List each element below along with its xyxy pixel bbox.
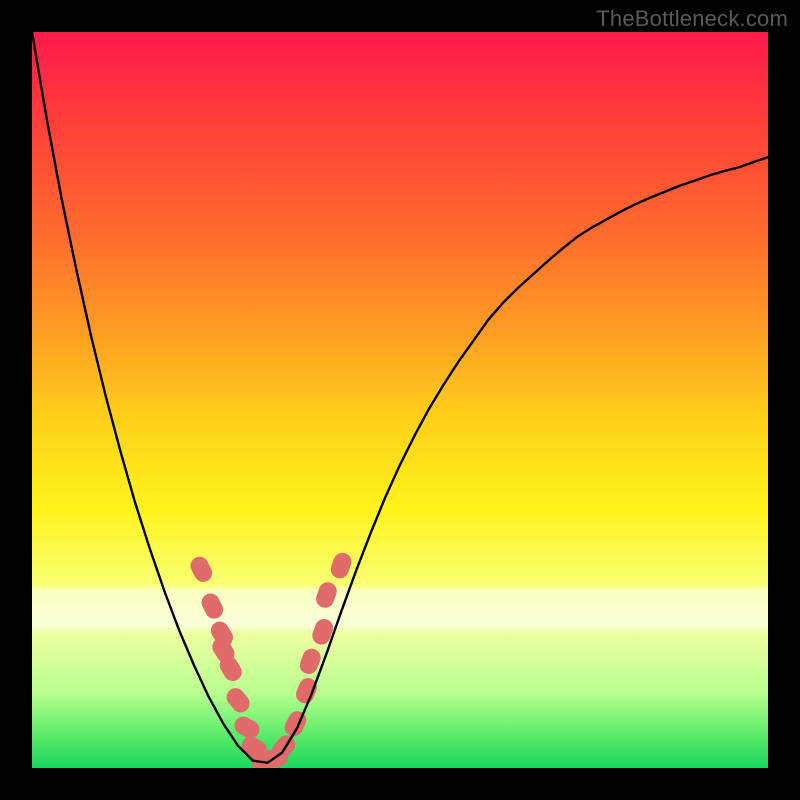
marker-capsule bbox=[198, 590, 226, 621]
marker-layer bbox=[187, 550, 354, 768]
marker-capsule bbox=[187, 554, 215, 585]
marker-capsule bbox=[310, 617, 336, 648]
marker-capsule bbox=[328, 550, 354, 581]
marker-capsule bbox=[282, 708, 310, 739]
plot-area bbox=[32, 32, 768, 768]
marker-capsule bbox=[314, 580, 340, 611]
bottleneck-curve bbox=[32, 32, 768, 763]
chart-frame: TheBottleneck.com bbox=[0, 0, 800, 800]
chart-overlay bbox=[32, 32, 768, 768]
marker-capsule bbox=[223, 685, 253, 717]
watermark-text: TheBottleneck.com bbox=[596, 6, 788, 32]
